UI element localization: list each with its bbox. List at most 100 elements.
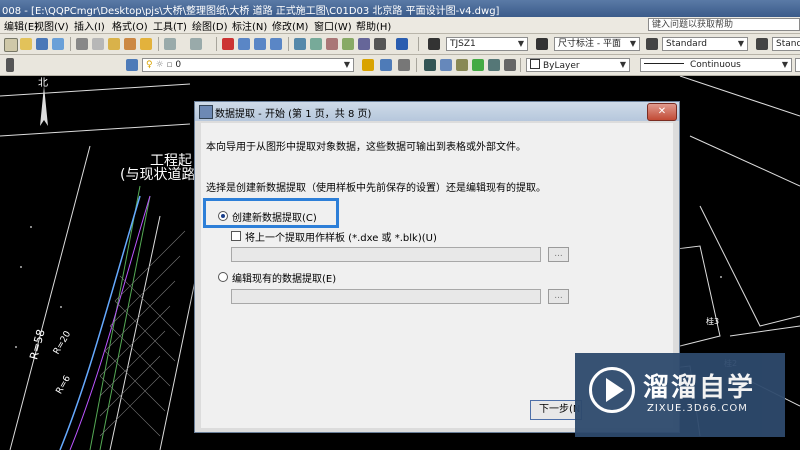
menu-dimension[interactable]: 标注(N) bbox=[232, 18, 267, 33]
dialog-prompt-text: 选择是创建新数据提取（使用样板中先前保存的设置）还是编辑现有的提取。 bbox=[206, 183, 546, 194]
text-style-select[interactable]: TJSZ1 ▼ bbox=[446, 37, 528, 51]
chevron-down-icon: ▼ bbox=[781, 60, 789, 69]
menu-window[interactable]: 窗口(W) bbox=[314, 18, 352, 33]
color-select[interactable]: ByLayer ▼ bbox=[526, 58, 630, 72]
north-label: 北 bbox=[38, 78, 48, 89]
menu-view[interactable]: 视图(V) bbox=[34, 18, 69, 33]
layers-toolbar: ♀ ☼ ▫ 0 ▼ ByLayer ▼ Continuous ▼ bbox=[0, 55, 800, 76]
calculator-icon[interactable] bbox=[374, 38, 386, 50]
undo-icon[interactable] bbox=[164, 38, 176, 50]
region-icon[interactable] bbox=[488, 59, 500, 71]
chevron-down-icon: ▼ bbox=[629, 39, 637, 48]
linetype-value: Continuous bbox=[690, 60, 741, 70]
plot-style-icon[interactable] bbox=[440, 59, 452, 71]
help-search-input[interactable]: 键入问题以获取帮助 bbox=[648, 18, 800, 31]
data-extraction-icon bbox=[199, 105, 213, 119]
lock-icon: ▫ bbox=[166, 60, 173, 70]
copy-icon[interactable] bbox=[92, 38, 104, 50]
layer-previous-icon[interactable] bbox=[380, 59, 392, 71]
match-properties-icon[interactable] bbox=[124, 38, 136, 50]
multileader-style-select[interactable]: Standard bbox=[772, 37, 800, 51]
dim-style-select[interactable]: 尺寸标注 - 平面 ▼ bbox=[554, 37, 640, 51]
menu-help[interactable]: 帮助(H) bbox=[356, 18, 391, 33]
block-icon[interactable] bbox=[456, 59, 468, 71]
menu-insert[interactable]: 插入(I) bbox=[74, 18, 105, 33]
toolbar-separator bbox=[288, 37, 289, 51]
template-path-field[interactable] bbox=[231, 247, 541, 262]
design-center-icon[interactable] bbox=[310, 38, 322, 50]
sun-icon: ☼ bbox=[155, 60, 164, 70]
zoom-previous-icon[interactable] bbox=[270, 38, 282, 50]
toolbar-separator bbox=[70, 37, 71, 51]
toolbar-separator bbox=[416, 58, 417, 72]
drawing-label-building-3: 桂3 bbox=[706, 317, 720, 326]
text-style-icon bbox=[428, 38, 440, 50]
watermark-url: ZIXUE.3D66.COM bbox=[647, 403, 748, 414]
chevron-down-icon: ▼ bbox=[517, 39, 525, 48]
menu-format[interactable]: 格式(O) bbox=[112, 18, 148, 33]
linetype-preview bbox=[644, 63, 684, 64]
paste-icon[interactable] bbox=[108, 38, 120, 50]
table-style-value: Standard bbox=[666, 39, 707, 49]
brush-icon[interactable] bbox=[140, 38, 152, 50]
color-value: ByLayer bbox=[543, 61, 580, 71]
existing-browse-button[interactable]: ... bbox=[548, 289, 569, 304]
toolbar-separator bbox=[520, 58, 521, 72]
dim-style-icon bbox=[536, 38, 548, 50]
table-style-icon bbox=[646, 38, 658, 50]
help-icon[interactable] bbox=[396, 38, 408, 50]
menu-tools[interactable]: 工具(T) bbox=[153, 18, 187, 33]
lineweight-select[interactable] bbox=[795, 58, 800, 72]
properties-icon[interactable] bbox=[294, 38, 306, 50]
linetype-select[interactable]: Continuous ▼ bbox=[640, 58, 792, 72]
edit-existing-radio[interactable] bbox=[218, 272, 228, 282]
menu-draw[interactable]: 绘图(D) bbox=[192, 18, 228, 33]
view-icon[interactable] bbox=[504, 59, 516, 71]
redo-icon[interactable] bbox=[190, 38, 202, 50]
chevron-down-icon: ▼ bbox=[619, 60, 627, 69]
print-icon[interactable] bbox=[52, 38, 64, 50]
menu-modify[interactable]: 修改(M) bbox=[272, 18, 308, 33]
open-icon[interactable] bbox=[20, 38, 32, 50]
pan-icon[interactable] bbox=[222, 38, 234, 50]
standard-toolbar: TJSZ1 ▼ 尺寸标注 - 平面 ▼ Standard ▼ Standard bbox=[0, 34, 800, 55]
text-style-value: TJSZ1 bbox=[450, 39, 476, 49]
multileader-style-icon bbox=[756, 38, 768, 50]
watermark-name: 溜溜自学 bbox=[643, 373, 756, 403]
tool-palettes-icon[interactable] bbox=[326, 38, 338, 50]
layer-value: 0 bbox=[175, 60, 182, 70]
use-template-checkbox[interactable] bbox=[231, 231, 241, 241]
edit-existing-label[interactable]: 编辑现有的数据提取(E) bbox=[232, 270, 336, 285]
chevron-down-icon: ▼ bbox=[737, 39, 745, 48]
highlight-frame bbox=[203, 198, 339, 228]
existing-extraction-field[interactable] bbox=[231, 289, 541, 304]
layer-select[interactable]: ♀ ☼ ▫ 0 ▼ bbox=[142, 58, 354, 72]
cut-icon[interactable] bbox=[76, 38, 88, 50]
color-swatch bbox=[530, 59, 540, 69]
zoom-window-icon[interactable] bbox=[254, 38, 266, 50]
new-icon[interactable] bbox=[4, 38, 18, 52]
close-button[interactable]: ✕ bbox=[647, 103, 677, 121]
sheet-set-icon[interactable] bbox=[342, 38, 354, 50]
save-icon[interactable] bbox=[36, 38, 48, 50]
toolbar-grip[interactable] bbox=[6, 58, 14, 72]
hatch-icon[interactable] bbox=[472, 59, 484, 71]
table-style-select[interactable]: Standard ▼ bbox=[662, 37, 748, 51]
make-current-layer-icon[interactable] bbox=[362, 59, 374, 71]
watermark: 溜溜自学 ZIXUE.3D66.COM bbox=[575, 353, 785, 437]
lightbulb-icon: ♀ bbox=[146, 60, 153, 70]
layer-manager-icon[interactable] bbox=[126, 59, 138, 71]
layer-states-icon[interactable] bbox=[398, 59, 410, 71]
use-template-label[interactable]: 将上一个提取用作样板 (*.dxe 或 *.blk)(U) bbox=[245, 229, 437, 244]
dialog-title-bar[interactable]: 数据提取 - 开始 (第 1 页，共 8 页) ✕ bbox=[195, 102, 679, 121]
toolbar-separator bbox=[418, 37, 419, 51]
window-title: 008 - [E:\QQPCmgr\Desktop\pjs\大桥\整理图纸\大桥… bbox=[2, 6, 500, 17]
lineweight-icon[interactable] bbox=[424, 59, 436, 71]
menu-edit[interactable]: 编辑(E) bbox=[4, 18, 38, 33]
toolbar-separator bbox=[158, 37, 159, 51]
dialog-title: 数据提取 - 开始 (第 1 页，共 8 页) bbox=[215, 109, 372, 120]
zoom-realtime-icon[interactable] bbox=[238, 38, 250, 50]
markup-icon[interactable] bbox=[358, 38, 370, 50]
dialog-intro-text: 本向导用于从图形中提取对象数据，这些数据可输出到表格或外部文件。 bbox=[206, 142, 526, 153]
template-browse-button[interactable]: ... bbox=[548, 247, 569, 262]
